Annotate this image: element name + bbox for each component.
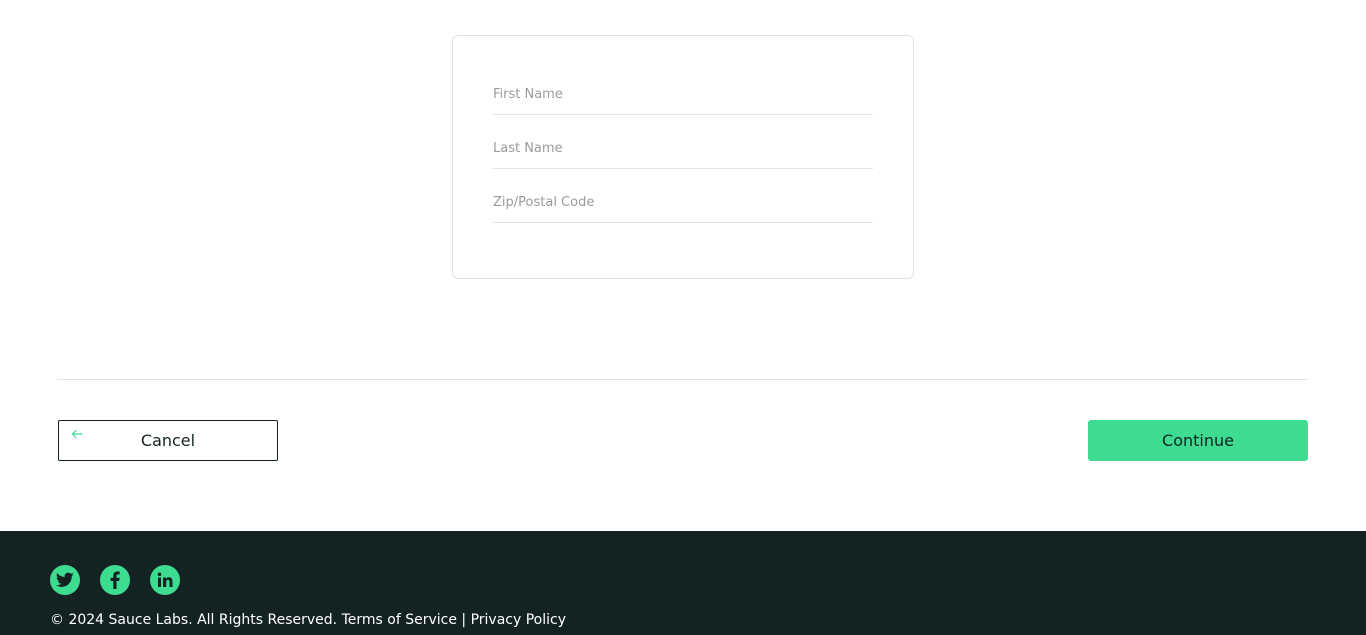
- footer: © 2024 Sauce Labs. All Rights Reserved. …: [0, 531, 1366, 635]
- facebook-link[interactable]: [100, 565, 130, 595]
- first-name-input[interactable]: [493, 75, 873, 115]
- facebook-icon: [110, 571, 120, 589]
- last-name-input[interactable]: [493, 129, 873, 169]
- privacy-policy-link[interactable]: Privacy Policy: [471, 612, 566, 628]
- checkout-page: Cancel Continue © 2024 Sauce Labs. All R…: [0, 0, 1366, 635]
- continue-button-label: Continue: [1162, 431, 1234, 450]
- arrow-left-icon: [71, 429, 83, 439]
- postal-code-input[interactable]: [493, 183, 873, 223]
- continue-button[interactable]: Continue: [1088, 420, 1308, 461]
- cancel-button[interactable]: Cancel: [58, 420, 278, 461]
- twitter-icon: [56, 572, 74, 587]
- twitter-link[interactable]: [50, 565, 80, 595]
- linkedin-icon: [157, 572, 173, 587]
- copyright-text: © 2024 Sauce Labs. All Rights Reserved.: [50, 612, 338, 628]
- divider: [57, 379, 1308, 380]
- cancel-button-label: Cancel: [140, 431, 196, 450]
- footer-copyright: © 2024 Sauce Labs. All Rights Reserved. …: [50, 612, 566, 628]
- linkedin-link[interactable]: [150, 565, 180, 595]
- terms-of-service-link[interactable]: Terms of Service: [342, 612, 457, 628]
- checkout-info-form: [452, 35, 914, 279]
- footer-separator: |: [461, 612, 467, 628]
